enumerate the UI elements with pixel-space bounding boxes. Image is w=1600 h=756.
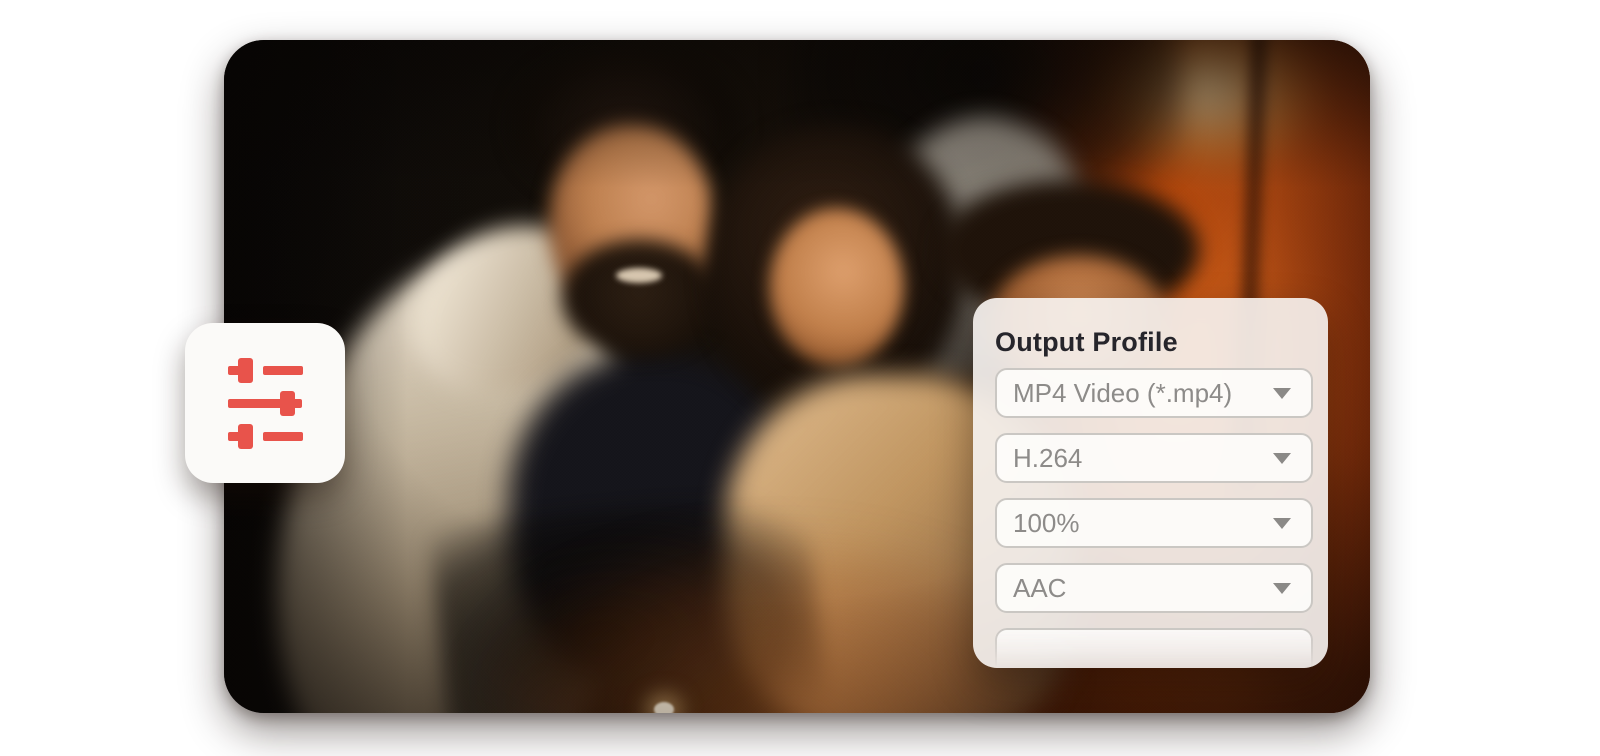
chevron-down-icon: [1273, 582, 1291, 594]
dropdown-value: H.264: [1013, 442, 1083, 473]
chevron-down-icon: [1273, 387, 1291, 399]
dropdown-output-format[interactable]: MP4 Video (*.mp4): [995, 368, 1313, 418]
output-profile-panel: Output Profile MP4 Video (*.mp4) H.264 1…: [973, 298, 1328, 668]
dropdown-quality[interactable]: 100%: [995, 498, 1313, 548]
dropdown-video-codec[interactable]: H.264: [995, 433, 1313, 483]
slider-row: [227, 390, 303, 416]
marketing-banner: Output Profile MP4 Video (*.mp4) H.264 1…: [0, 0, 1600, 756]
slider-knob: [279, 390, 295, 416]
panel-title: Output Profile: [995, 327, 1178, 357]
slider-row: [227, 357, 303, 383]
dropdown-value: AAC: [1013, 572, 1067, 603]
dropdown-audio-codec[interactable]: AAC: [995, 563, 1313, 613]
sliders-icon: [227, 357, 303, 449]
chevron-down-icon: [1273, 452, 1291, 464]
slider-knob: [237, 357, 253, 383]
slider-knob: [237, 423, 253, 449]
dropdown-partial[interactable]: [995, 628, 1313, 668]
slider-row: [227, 423, 303, 449]
dropdown-value: MP4 Video (*.mp4): [1013, 377, 1233, 408]
dropdown-value: 100%: [1013, 507, 1080, 538]
chevron-down-icon: [1273, 517, 1291, 529]
settings-icon-card: [185, 323, 345, 483]
